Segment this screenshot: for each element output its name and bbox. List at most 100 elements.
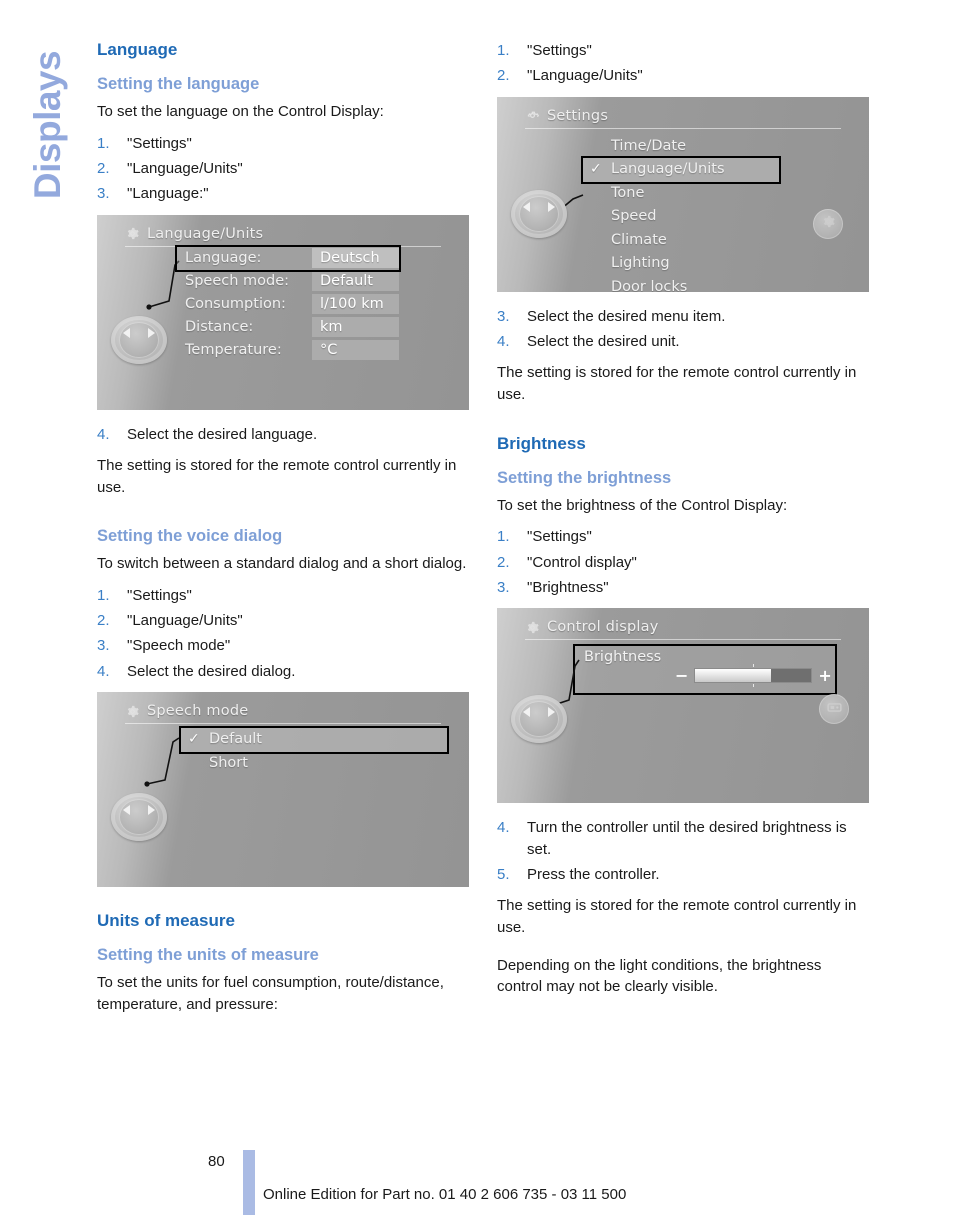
intro-units-of-measure: To set the units for fuel consumption, r… bbox=[97, 974, 444, 1013]
idrive-controller-icon bbox=[111, 314, 167, 366]
list-item: 1. "Settings" bbox=[497, 526, 869, 547]
step-text: "Language:" bbox=[127, 185, 209, 203]
list-item: 2. "Language/Units" bbox=[97, 610, 469, 631]
menu-item-tone[interactable]: Tone bbox=[583, 182, 779, 206]
idrive-screen-settings: Settings Time/Date ✓ Language/Units Tone… bbox=[497, 96, 869, 292]
step-text: Press the controller. bbox=[527, 865, 660, 883]
list-item: 1. "Settings" bbox=[97, 133, 469, 154]
menu-item-climate[interactable]: Climate bbox=[583, 229, 779, 253]
table-row[interactable]: Consumption: l/100 km bbox=[177, 293, 399, 316]
subsection-setting-the-language: Setting the language bbox=[97, 75, 260, 94]
arrow-left-icon bbox=[523, 201, 530, 212]
row-key: Temperature: bbox=[185, 342, 282, 359]
step-text: "Language/Units" bbox=[527, 67, 643, 85]
step-text: Select the desired language. bbox=[127, 425, 318, 443]
step-number: 3. bbox=[497, 307, 510, 325]
menu-item-language-units[interactable]: ✓ Language/Units bbox=[581, 156, 781, 184]
list-item: 4. Turn the controller until the desired… bbox=[497, 817, 869, 860]
arrow-right-icon bbox=[148, 327, 155, 338]
step-text: Select the desired dialog. bbox=[127, 662, 296, 680]
arrow-left-icon bbox=[123, 327, 130, 338]
section-title-brightness: Brightness bbox=[497, 433, 586, 453]
decorative-arc bbox=[97, 692, 247, 887]
header-divider bbox=[525, 127, 841, 129]
menu-item-lighting[interactable]: Lighting bbox=[583, 252, 779, 276]
list-item: 4. Select the desired dialog. bbox=[97, 661, 469, 682]
list-item: 2. "Control display" bbox=[497, 552, 869, 573]
decorative-arc bbox=[293, 692, 469, 887]
note-brightness-stored: The setting is stored for the remote con… bbox=[497, 897, 857, 936]
row-value: Default bbox=[312, 271, 399, 292]
brightness-setting-row[interactable]: Brightness − + bbox=[573, 644, 837, 696]
list-item: 2. "Language/Units" bbox=[97, 158, 469, 179]
row-key: Consumption: bbox=[185, 296, 286, 313]
list-item: 1. "Settings" bbox=[97, 585, 469, 606]
list-item: 2. "Language/Units" bbox=[497, 65, 869, 86]
menu-item-label: Door locks bbox=[611, 278, 688, 292]
menu-item-label: Speed bbox=[611, 208, 657, 225]
list-item: 3. Select the desired menu item. bbox=[497, 306, 869, 327]
settings-kv-list: Language: Deutsch Speech mode: Default C… bbox=[175, 244, 401, 362]
menu-item-short[interactable]: Short bbox=[181, 752, 447, 776]
table-row[interactable]: Language: Deutsch bbox=[175, 244, 401, 272]
step-number: 1. bbox=[497, 528, 510, 546]
table-row[interactable]: Distance: km bbox=[177, 316, 399, 339]
row-value: l/100 km bbox=[312, 294, 399, 315]
menu-item-door-locks[interactable]: Door locks bbox=[583, 276, 779, 292]
table-row[interactable]: Temperature: °C bbox=[177, 339, 399, 362]
steps-brightness-continued: 4. Turn the controller until the desired… bbox=[497, 817, 869, 885]
step-number: 1. bbox=[97, 134, 110, 152]
intro-setting-the-language: To set the language on the Control Displ… bbox=[97, 103, 384, 121]
table-row[interactable]: Speech mode: Default bbox=[177, 270, 399, 293]
decorative-arc bbox=[97, 692, 279, 887]
list-item: 4. Select the desired unit. bbox=[497, 331, 869, 352]
step-number: 1. bbox=[497, 42, 510, 59]
idrive-screen-title: Control display bbox=[547, 619, 659, 636]
step-number: 2. bbox=[497, 553, 510, 571]
step-text: Select the desired unit. bbox=[527, 332, 680, 350]
note-brightness-visibility: Depending on the light conditions, the b… bbox=[497, 956, 822, 996]
idrive-header: Language/Units bbox=[125, 224, 453, 244]
gear-icon bbox=[125, 704, 140, 719]
decorative-arc bbox=[97, 692, 305, 887]
menu-item-label: Language/Units bbox=[611, 161, 725, 178]
step-number: 3. bbox=[97, 185, 110, 203]
row-value: °C bbox=[312, 340, 399, 361]
slider-tick-icon bbox=[753, 664, 755, 668]
menu-item-label: Default bbox=[209, 731, 262, 748]
footer-accent-bar bbox=[243, 1150, 255, 1215]
menu-item-label: Climate bbox=[611, 231, 667, 248]
step-text: Select the desired menu item. bbox=[527, 307, 726, 325]
minus-icon[interactable]: − bbox=[675, 667, 688, 683]
row-key: Language: bbox=[185, 250, 262, 267]
menu-item-speed[interactable]: Speed bbox=[583, 205, 779, 229]
subsection-setting-the-brightness: Setting the brightness bbox=[497, 469, 672, 488]
list-item: 3. "Speech mode" bbox=[97, 635, 469, 656]
gear-icon bbox=[125, 226, 140, 241]
arrow-right-icon bbox=[148, 805, 155, 816]
idrive-controller-icon bbox=[511, 188, 567, 240]
plus-icon[interactable]: + bbox=[818, 667, 831, 683]
subsection-setting-units-of-measure: Setting the units of measure bbox=[97, 946, 319, 965]
chapter-side-tab: Displays bbox=[0, 0, 96, 260]
menu-item-label: Tone bbox=[611, 184, 645, 201]
idrive-screen-control-display: Control display Brightness − + bbox=[497, 608, 869, 804]
brightness-slider[interactable] bbox=[694, 664, 813, 688]
idrive-controller-icon bbox=[511, 693, 567, 745]
check-icon: ✓ bbox=[188, 731, 200, 748]
intro-brightness: To set the brightness of the Control Dis… bbox=[497, 496, 788, 514]
menu-item-default[interactable]: ✓ Default bbox=[179, 726, 449, 754]
brightness-slider-group[interactable]: − + bbox=[675, 664, 832, 688]
settings-menu: Time/Date ✓ Language/Units Tone Speed Cl… bbox=[581, 135, 781, 292]
steps-setting-the-language: 1. "Settings" 2. "Language/Units" 3. "La… bbox=[97, 133, 469, 205]
header-divider bbox=[125, 723, 441, 725]
row-key: Distance: bbox=[185, 319, 254, 336]
gear-icon bbox=[525, 108, 540, 123]
list-item: 3. "Language:" bbox=[97, 183, 469, 204]
idrive-screen-speech-mode: Speech mode ✓ Default Short bbox=[97, 692, 469, 888]
gear-icon bbox=[525, 620, 540, 635]
menu-item-time-date[interactable]: Time/Date bbox=[583, 135, 779, 159]
step-text: "Settings" bbox=[527, 528, 592, 546]
steps-setting-the-language-continued: 4. Select the desired language. bbox=[97, 424, 469, 445]
arrow-left-icon bbox=[123, 805, 130, 816]
